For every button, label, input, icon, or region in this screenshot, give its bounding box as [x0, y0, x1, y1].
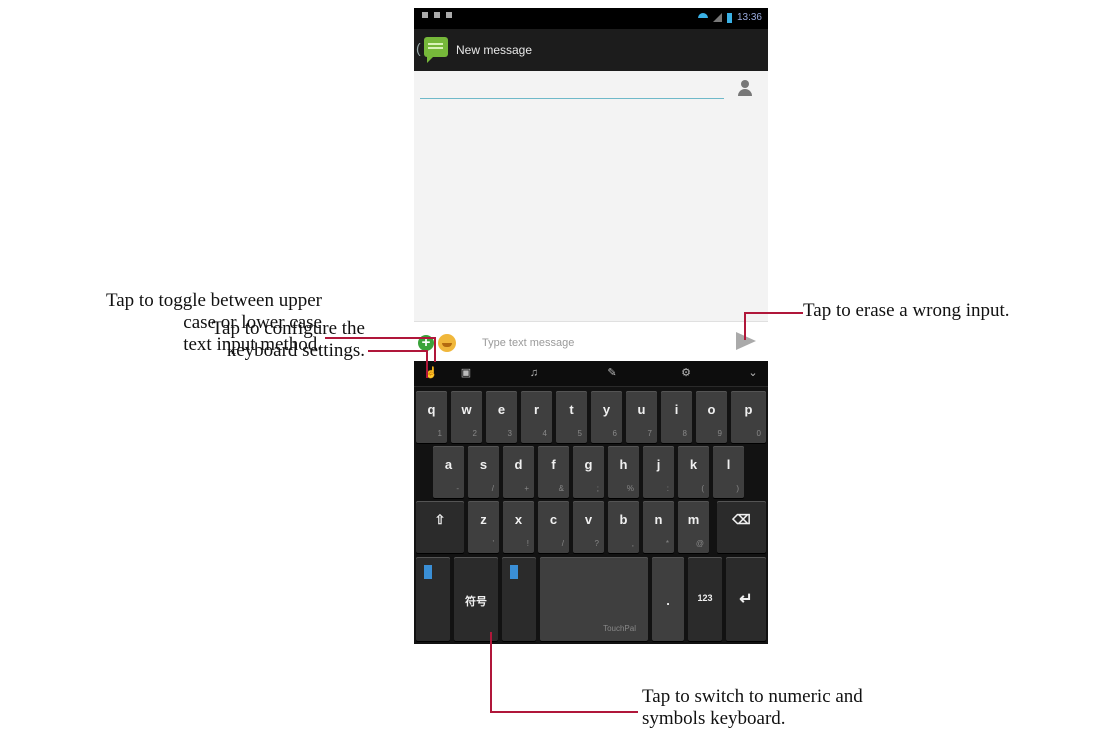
signal-icon	[712, 13, 722, 22]
key-h[interactable]: h%	[608, 446, 639, 498]
input-mode-icon	[424, 565, 432, 579]
key-t[interactable]: t5	[556, 391, 587, 443]
numeric-leader-line	[490, 711, 638, 713]
language-icon	[510, 565, 518, 579]
keyboard: ☝ ▣ ♫ ✎ ⚙ ⌄ q1 w2 e3 r4 t5 y6 u7 i8 o9 p…	[414, 361, 768, 644]
phone-screen: 13:36 ( New message + ☝ ▣ ♫ ✎ ⚙ ⌄ q1	[414, 8, 768, 644]
input-mode-key[interactable]	[416, 557, 450, 641]
key-a[interactable]: a-	[433, 446, 464, 498]
notification-icon	[446, 12, 452, 18]
recipient-area	[414, 71, 768, 321]
wifi-icon	[697, 13, 708, 22]
layout-icon[interactable]: ▣	[454, 361, 478, 386]
key-u[interactable]: u7	[626, 391, 657, 443]
shift-callout: Tap to toggle between upper case or lowe…	[105, 290, 322, 355]
period-key[interactable]: .	[652, 557, 684, 641]
erase-callout: Tap to erase a wrong input.	[803, 300, 1010, 321]
numeric-key[interactable]: 123	[688, 557, 722, 641]
enter-icon: ↵	[739, 591, 753, 608]
chevron-down-icon[interactable]: ⌄	[742, 361, 764, 386]
key-d[interactable]: d +	[503, 446, 534, 498]
hand-pointer-icon[interactable]: ☝	[420, 361, 442, 386]
symbols-key[interactable]: 符号	[454, 557, 498, 641]
key-f[interactable]: f &	[538, 446, 569, 498]
erase-leader-line	[745, 312, 803, 314]
key-k[interactable]: k(	[678, 446, 709, 498]
key-s[interactable]: s /	[468, 446, 499, 498]
contact-picker-icon[interactable]	[737, 80, 753, 98]
keyboard-toolbar: ☝ ▣ ♫ ✎ ⚙ ⌄	[414, 361, 768, 387]
key-y[interactable]: y6	[591, 391, 622, 443]
back-icon[interactable]: (	[416, 40, 421, 56]
microphone-icon[interactable]: ♫	[522, 361, 546, 386]
recipient-field[interactable]	[420, 98, 724, 99]
shift-icon: ⇧	[434, 512, 446, 527]
tools-icon[interactable]: ⚙	[674, 361, 698, 386]
message-compose-bar: +	[414, 321, 768, 362]
message-input[interactable]	[482, 334, 722, 352]
emoji-icon[interactable]	[438, 334, 456, 352]
key-n[interactable]: n *	[643, 501, 674, 553]
notification-icon	[434, 12, 440, 18]
numeric-callout: Tap to switch to numeric and symbols key…	[642, 686, 863, 729]
key-v[interactable]: v?	[573, 501, 604, 553]
status-icons: 13:36	[697, 12, 762, 23]
key-e[interactable]: e3	[486, 391, 517, 443]
send-icon[interactable]	[736, 332, 756, 350]
key-i[interactable]: i8	[661, 391, 692, 443]
key-p[interactable]: p0	[731, 391, 766, 443]
key-c[interactable]: c /	[538, 501, 569, 553]
status-time: 13:36	[736, 12, 762, 23]
key-q[interactable]: q1	[416, 391, 447, 443]
settings-leader-line	[426, 350, 428, 378]
settings-leader-line	[368, 350, 426, 352]
key-g[interactable]: g;	[573, 446, 604, 498]
language-key[interactable]	[502, 557, 536, 641]
key-m[interactable]: m @	[678, 501, 709, 553]
key-j[interactable]: j:	[643, 446, 674, 498]
backspace-icon: ⌫	[732, 512, 751, 527]
shift-leader-line	[325, 337, 435, 339]
enter-key[interactable]: ↵	[726, 557, 766, 641]
notification-icon	[422, 12, 428, 18]
status-bar: 13:36	[414, 8, 768, 29]
key-r[interactable]: r4	[521, 391, 552, 443]
key-o[interactable]: o9	[696, 391, 727, 443]
erase-leader-line	[744, 312, 746, 340]
key-w[interactable]: w2	[451, 391, 482, 443]
notification-icons	[422, 12, 452, 18]
key-b[interactable]: b,	[608, 501, 639, 553]
key-x[interactable]: x!	[503, 501, 534, 553]
page-title: New message	[456, 43, 533, 57]
delete-key[interactable]: ⌫	[717, 501, 766, 553]
pen-icon[interactable]: ✎	[600, 361, 624, 386]
space-key[interactable]: TouchPal	[540, 557, 648, 641]
shift-leader-line	[434, 337, 436, 362]
battery-icon	[726, 12, 732, 23]
shift-key[interactable]: ⇧	[416, 501, 464, 553]
action-bar: ( New message	[414, 29, 768, 71]
key-l[interactable]: l)	[713, 446, 744, 498]
messaging-app-icon[interactable]	[424, 37, 448, 63]
numeric-leader-line	[490, 632, 492, 712]
key-z[interactable]: z '	[468, 501, 499, 553]
